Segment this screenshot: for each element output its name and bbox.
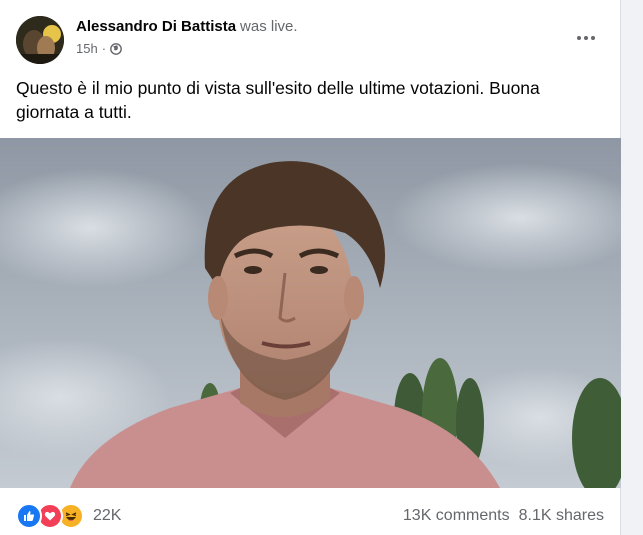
- post-footer: 22K 13K comments 8.1K shares: [16, 500, 604, 532]
- post-text: Questo è il mio punto di vista sull'esit…: [16, 78, 540, 122]
- author-avatar[interactable]: [16, 16, 64, 64]
- post-action-text: was live.: [240, 18, 298, 35]
- globe-icon[interactable]: [110, 43, 122, 55]
- post-header: Alessandro Di Battista was live. 15h ·: [16, 16, 604, 64]
- post-meta: 15h ·: [76, 41, 122, 57]
- post-timestamp[interactable]: 15h: [76, 41, 98, 57]
- shares-count-link[interactable]: 8.1K shares: [519, 507, 604, 525]
- more-options-icon[interactable]: [568, 20, 604, 56]
- post-card: Alessandro Di Battista was live. 15h · Qu…: [0, 0, 621, 535]
- post-stats: 13K comments 8.1K shares: [403, 507, 604, 525]
- author-name-link[interactable]: Alessandro Di Battista: [76, 18, 236, 35]
- reaction-count: 22K: [93, 507, 122, 524]
- reactions-summary[interactable]: 22K: [16, 503, 121, 529]
- like-reaction-icon: [16, 503, 42, 529]
- author-line: Alessandro Di Battista was live.: [76, 17, 298, 37]
- comments-count-link[interactable]: 13K comments: [403, 507, 510, 525]
- live-video-thumbnail[interactable]: [0, 138, 621, 488]
- meta-separator: ·: [101, 41, 107, 56]
